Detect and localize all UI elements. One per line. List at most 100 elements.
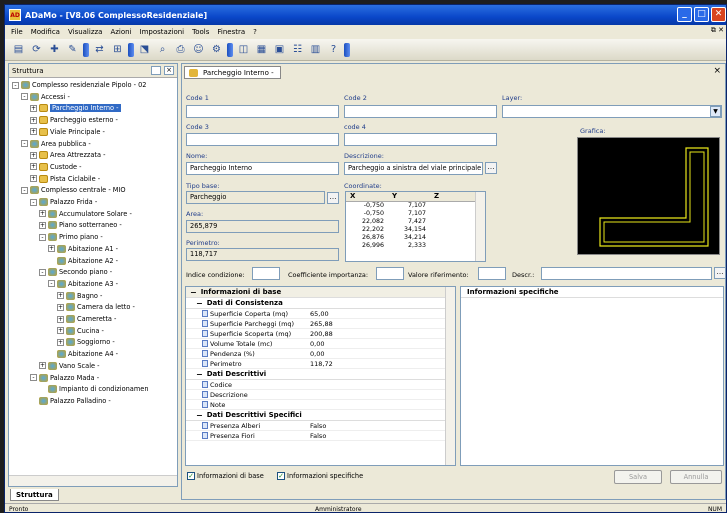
property-row[interactable]: Volume Totale (mc) 0,00 [186,339,455,349]
tree-node[interactable]: + Cameretta - [57,314,116,324]
props-root-header[interactable]: − Informazioni di base [186,287,455,298]
tree-node[interactable]: + Parcheggio esterno - [30,115,118,125]
expander-icon[interactable]: - [12,81,19,89]
descrizione-field[interactable]: Parcheggio a sinistra del viale principa… [344,162,483,175]
tree-node[interactable]: Abitazione A2 - [48,256,118,266]
tree-node[interactable]: - Area pubblica - [21,139,91,149]
tree-node[interactable]: + Soggiorno - [57,337,115,347]
tree-node[interactable]: Impianto di condizionamen [39,384,149,394]
expander-icon[interactable]: + [30,175,37,183]
property-row[interactable]: Presenza Fiori Falso [186,431,455,441]
expander-icon[interactable]: - [30,374,37,381]
menu-impostazioni[interactable]: Impostazioni [140,28,185,36]
menu-help[interactable]: ? [253,28,257,36]
search-icon[interactable]: ⌕ [155,42,170,57]
view-icon[interactable]: ⊞ [110,42,125,57]
expander-icon[interactable]: - [39,233,46,241]
tree-node[interactable]: - Abitazione A3 - [48,279,118,289]
toolbar-grip[interactable] [128,42,134,57]
salva-button[interactable]: Salva [614,470,662,484]
tree-horizontal-scrollbar[interactable] [9,475,177,486]
property-row[interactable]: Codice [186,380,455,390]
coordinate-scrollbar[interactable] [475,192,485,261]
menu-tools[interactable]: Tools [192,28,209,36]
tree-node[interactable]: Abitazione A4 - [48,349,118,359]
property-row[interactable]: Note [186,400,455,410]
props-group-header[interactable]: − Dati Descrittivi Specifici [186,410,455,421]
chevron-down-icon[interactable]: ▼ [710,106,721,117]
tree-node[interactable]: + Cucina - [57,326,104,336]
expander-icon[interactable]: - [39,268,46,276]
doc-icon[interactable]: ▥ [308,42,323,57]
mdi-controls-icon[interactable]: ⧉ ✕ [711,26,724,35]
property-row[interactable]: Pendenza (%) 0,00 [186,349,455,359]
tree-node[interactable]: - Complesso centrale - MIO [21,185,126,195]
property-row[interactable]: Superficie Scoperta (mq) 200,88 [186,329,455,339]
open-icon[interactable]: ▤ [11,42,26,57]
expander-icon[interactable]: + [57,327,64,335]
map-icon[interactable]: ▦ [254,42,269,57]
base-info-checkbox[interactable]: ✓ Informazioni di base [187,472,264,480]
refresh-icon[interactable]: ⟳ [29,42,44,57]
menu-file[interactable]: File [11,28,23,36]
indice-condizione-field[interactable] [252,267,280,280]
minimize-button[interactable]: _ [677,7,692,22]
image-icon[interactable]: ▣ [272,42,287,57]
tree-node[interactable]: + Viale Principale - [30,127,105,137]
property-row[interactable]: Presenza Alberi Falso [186,421,455,431]
layer-select[interactable] [502,105,722,118]
expander-icon[interactable]: - [21,186,28,194]
tree-node[interactable]: + Piano sotterraneo - [39,220,122,230]
tree-node[interactable]: + Accumulatore Solare - [39,209,132,219]
document-close-icon[interactable]: × [713,66,721,76]
user-icon[interactable]: ☺ [191,42,206,57]
coordinate-row[interactable]: -0,750 7,107 [346,210,485,218]
toolbar-grip[interactable] [83,42,89,57]
close-button[interactable]: ✕ [711,7,726,22]
descr-field[interactable] [541,267,712,280]
print-icon[interactable]: ⎙ [173,42,188,57]
code2-field[interactable] [344,105,497,118]
tree-node[interactable]: Palazzo Palladino - [30,396,111,406]
expander-icon[interactable]: - [21,140,28,147]
expander-icon[interactable]: + [39,362,46,370]
tree-node[interactable]: + Vano Scale - [39,361,100,371]
tipo-base-ellipsis-button[interactable]: … [327,192,339,204]
chart-icon[interactable]: ⬔ [137,42,152,57]
property-row[interactable]: Descrizione [186,390,455,400]
expander-icon[interactable]: + [30,163,37,171]
specific-info-checkbox[interactable]: ✓ Informazioni specifiche [277,472,363,480]
tree-node[interactable]: - Secondo piano - [39,267,112,277]
tree-node[interactable]: + Parcheggio Interno - [30,103,121,113]
coordinate-row[interactable]: 22,082 7,427 [346,218,485,226]
help-icon[interactable]: ? [326,42,341,57]
tree-node[interactable]: - Accessi - [21,92,70,102]
expander-icon[interactable]: + [30,104,37,112]
code1-field[interactable] [186,105,339,118]
tab-struttura[interactable]: Struttura [10,489,59,501]
toolbar-grip[interactable] [227,42,233,57]
code4-field[interactable] [344,133,497,146]
tree-node[interactable]: - Primo piano - [39,232,103,242]
tree-node[interactable]: - Palazzo Frida - [30,197,97,207]
expander-icon[interactable]: + [30,116,37,124]
menu-azioni[interactable]: Azioni [110,28,131,36]
coefficiente-field[interactable] [376,267,404,280]
add-icon[interactable]: ✚ [47,42,62,57]
paint-icon[interactable]: ✎ [65,42,80,57]
expander-icon[interactable]: + [57,292,64,300]
expander-icon[interactable]: - [21,93,28,101]
annulla-button[interactable]: Annulla [670,470,722,484]
expander-icon[interactable]: + [48,245,55,253]
tree-node[interactable]: - Complesso residenziale Pipolo - 02 [12,80,146,90]
menu-modifica[interactable]: Modifica [31,28,60,36]
table-icon[interactable]: ☷ [290,42,305,57]
props-group-header[interactable]: − Dati di Consistenza [186,298,455,309]
maximize-button[interactable]: □ [694,7,709,22]
pin-icon[interactable] [151,66,161,75]
props-group-header[interactable]: − Dati Descrittivi [186,369,455,380]
coordinate-row[interactable]: -0,750 7,107 [346,202,485,210]
expander-icon[interactable]: + [30,128,37,136]
code3-field[interactable] [186,133,339,146]
tree-node[interactable]: + Area Attrezzata - [30,150,106,160]
